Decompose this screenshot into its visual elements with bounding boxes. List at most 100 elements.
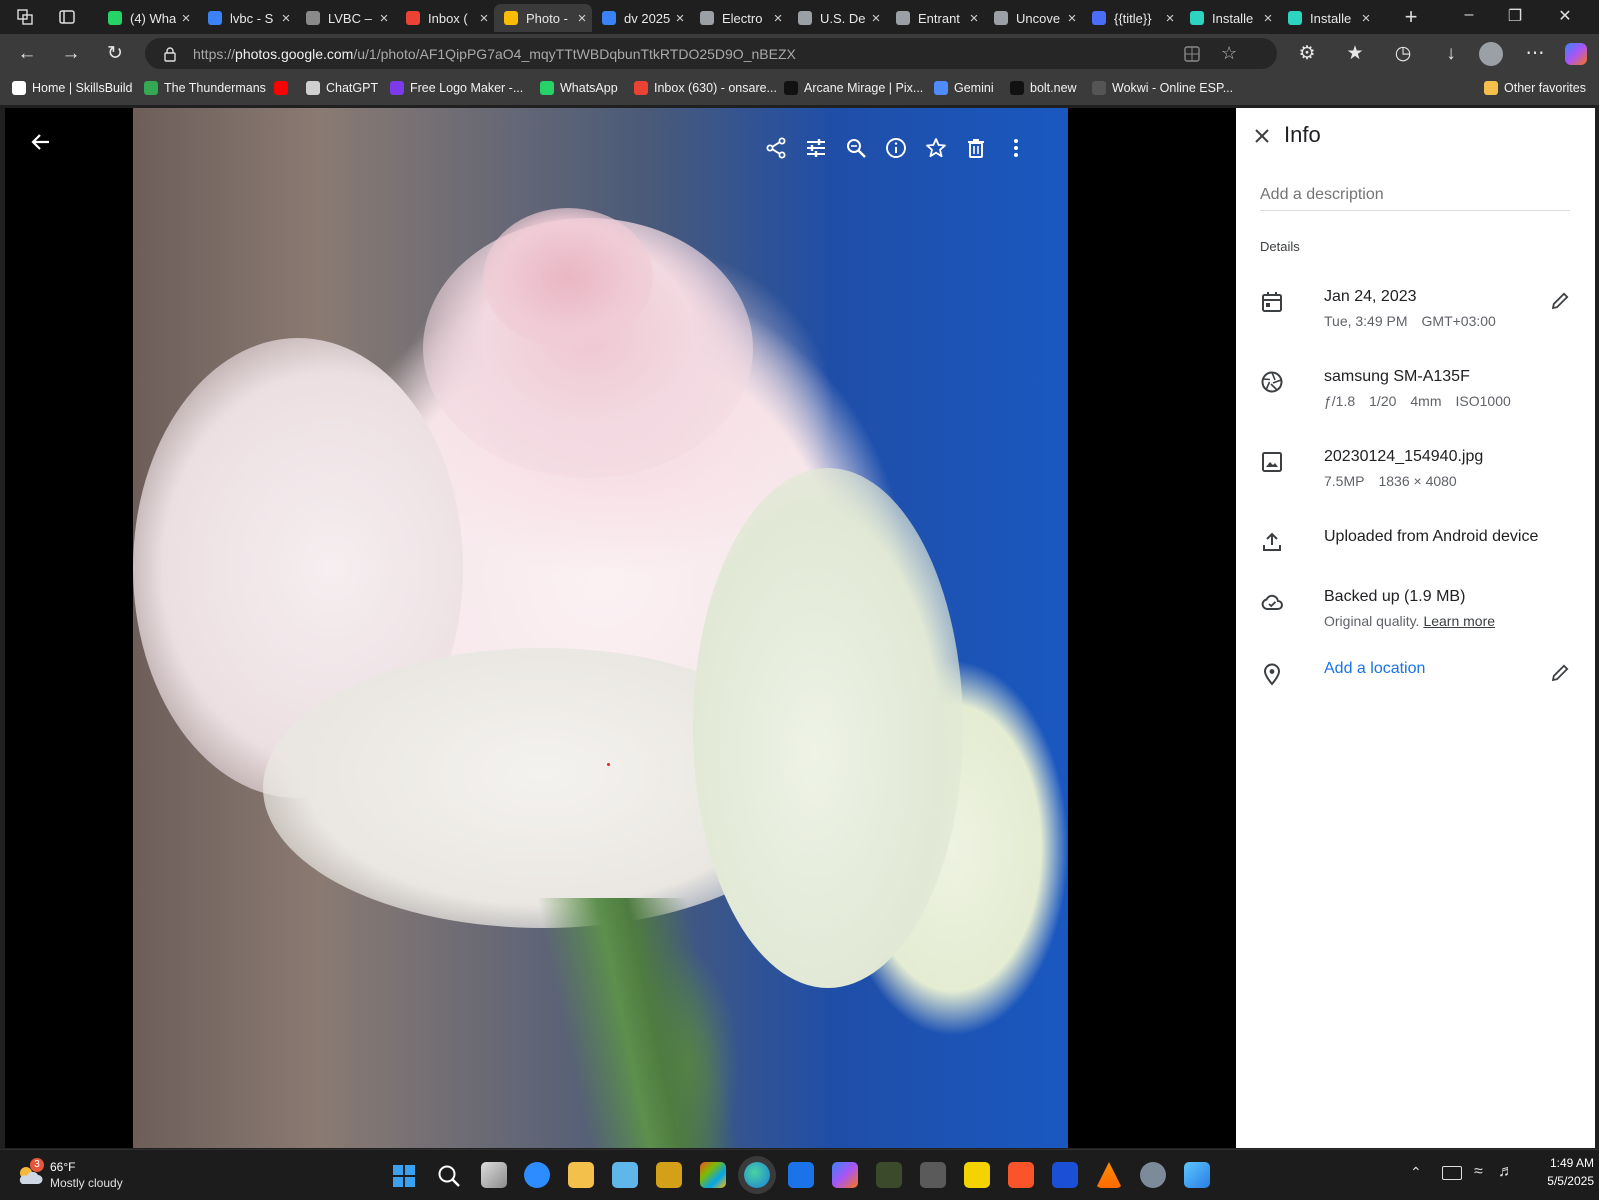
tab-close-icon[interactable]: × [1258,10,1278,27]
settings-more-icon[interactable]: ⋯ [1522,42,1548,66]
description-input[interactable] [1260,180,1570,211]
tab-close-icon[interactable]: × [1356,10,1376,27]
bookmark-item[interactable]: Wokwi - Online ESP... [1092,81,1233,95]
tab-close-icon[interactable]: × [276,10,296,27]
browser-tab[interactable]: Installe × [1180,4,1278,32]
browser-tab[interactable]: Electro × [690,4,788,32]
clock-date[interactable]: 5/5/2025 [1530,1174,1594,1188]
more-vert-icon[interactable] [996,128,1036,168]
start-icon[interactable] [392,1164,416,1188]
history-icon[interactable]: ◷ [1390,42,1416,66]
tab-close-icon[interactable]: × [176,10,196,27]
media-player-icon[interactable] [964,1162,990,1188]
game-launcher-icon[interactable] [656,1162,682,1188]
back-arrow-icon[interactable] [25,126,57,158]
browser-tab[interactable]: Uncove × [984,4,1082,32]
profile-avatar[interactable] [1479,42,1503,66]
tab-actions-icon[interactable] [58,8,76,26]
clock-time[interactable]: 1:49 AM [1530,1156,1594,1170]
game-mw-icon[interactable] [876,1162,902,1188]
downloads-icon[interactable]: ↓ [1438,42,1464,66]
url-text[interactable]: https://photos.google.com/u/1/photo/AF1Q… [193,46,796,62]
tab-close-icon[interactable]: × [1160,10,1180,27]
settings-gear-icon[interactable] [1140,1162,1166,1188]
browser-tab[interactable]: U.S. De × [788,4,886,32]
browser-tab[interactable]: LVBC – × [296,4,394,32]
game-icon[interactable] [920,1162,946,1188]
vlc-icon[interactable] [1096,1162,1122,1188]
tab-close-icon[interactable]: × [768,10,788,27]
add-location-link[interactable]: Add a location [1324,660,1425,678]
browser-tab[interactable]: dv 2025 × [592,4,690,32]
close-window-icon[interactable]: ✕ [1550,6,1580,26]
vscode-v-icon[interactable] [1052,1162,1078,1188]
browser-tab[interactable]: Entrant × [886,4,984,32]
tab-close-icon[interactable]: × [964,10,984,27]
volume-icon[interactable]: ♬ [1498,1163,1514,1181]
browser-tab[interactable]: Photo - × [494,4,592,32]
reload-icon[interactable]: ↻ [102,42,128,66]
other-favorites[interactable]: Other favorites [1484,81,1586,95]
bookmark-item[interactable] [274,81,294,95]
wifi-icon[interactable]: ≈ [1474,1163,1483,1181]
new-tab-button[interactable]: + [1398,4,1424,30]
share-icon[interactable] [756,128,796,168]
bookmark-item[interactable]: bolt.new [1010,81,1077,95]
photos-app-icon[interactable] [1184,1162,1210,1188]
browser-tab[interactable]: (4) Wha × [98,4,196,32]
task-view-icon[interactable] [481,1162,507,1188]
favorites-icon[interactable]: ★ [1342,42,1368,66]
restore-icon[interactable]: ❐ [1500,6,1530,26]
edit-adjust-icon[interactable] [796,128,836,168]
app-available-icon[interactable] [1183,45,1201,63]
bookmark-item[interactable]: Free Logo Maker -... [390,81,523,95]
bookmark-item[interactable]: Inbox (630) - onsare... [634,81,777,95]
zoom-icon[interactable] [836,128,876,168]
star-icon[interactable] [916,128,956,168]
minimize-icon[interactable]: – [1454,6,1484,24]
bookmark-item[interactable]: WhatsApp [540,81,618,95]
weather-widget[interactable]: 3 66°F Mostly cloudy [16,1158,136,1194]
outlook-icon[interactable] [788,1162,814,1188]
browser-tab[interactable]: lvbc - S × [198,4,296,32]
bookmark-item[interactable]: The Thundermans [144,81,266,95]
tab-close-icon[interactable]: × [670,10,690,27]
location-row[interactable]: Add a location [1260,660,1571,690]
photo-image[interactable] [133,108,1068,1148]
favorite-star-icon[interactable]: ☆ [1221,43,1237,64]
bookmark-item[interactable]: Home | SkillsBuild [12,81,133,95]
zoom-app-icon[interactable] [524,1162,550,1188]
browser-tab[interactable]: {{title}} × [1082,4,1180,32]
learn-more-link[interactable]: Learn more [1423,613,1495,629]
info-icon[interactable] [876,128,916,168]
copilot-app-icon[interactable] [832,1162,858,1188]
search-icon[interactable] [436,1163,462,1189]
extensions-icon[interactable]: ⚙ [1294,42,1320,66]
address-bar[interactable]: https://photos.google.com/u/1/photo/AF1Q… [145,38,1277,69]
bookmark-item[interactable]: Gemini [934,81,994,95]
keyboard-app-icon[interactable] [612,1162,638,1188]
brave-icon[interactable] [1008,1162,1034,1188]
edit-location-icon[interactable] [1549,662,1571,684]
bookmark-item[interactable]: ChatGPT [306,81,378,95]
file-explorer-icon[interactable] [568,1162,594,1188]
store-icon[interactable] [700,1162,726,1188]
lock-icon[interactable] [163,46,177,62]
show-hidden-icons[interactable]: ⌃ [1410,1164,1422,1181]
tab-close-icon[interactable]: × [866,10,886,27]
forward-icon[interactable]: → [58,42,84,66]
copilot-icon[interactable] [1565,43,1587,65]
edge-icon[interactable] [744,1162,770,1188]
keyboard-icon[interactable] [1442,1166,1462,1180]
delete-icon[interactable] [956,128,996,168]
browser-tab[interactable]: Installe × [1278,4,1376,32]
tab-close-icon[interactable]: × [374,10,394,27]
workspaces-icon[interactable] [16,8,34,26]
edit-date-icon[interactable] [1549,290,1571,312]
browser-tab[interactable]: Inbox (× [396,4,494,32]
tab-close-icon[interactable]: × [474,10,494,27]
tab-close-icon[interactable]: × [572,10,592,27]
bookmark-item[interactable]: Arcane Mirage | Pix... [784,81,923,95]
back-icon[interactable]: ← [14,42,40,66]
close-icon[interactable] [1250,124,1274,148]
